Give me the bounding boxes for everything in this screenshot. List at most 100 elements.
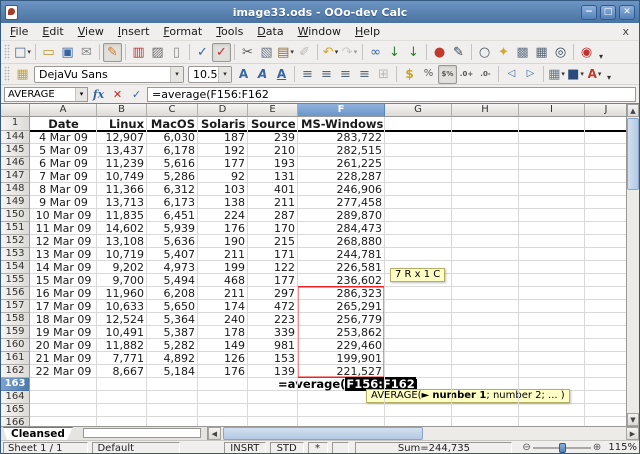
font-color-dropdown-icon[interactable]: ▾ — [598, 70, 602, 78]
background-color-dropdown-icon[interactable]: ▾ — [580, 70, 584, 78]
row-header-159[interactable]: 159 — [1, 326, 30, 339]
cell[interactable]: 256,779 — [298, 313, 385, 326]
cell[interactable]: 139 — [248, 365, 298, 378]
cell[interactable]: 122 — [248, 261, 298, 274]
cell[interactable]: 211 — [198, 248, 248, 261]
row-header-160[interactable]: 160 — [1, 339, 30, 352]
align-right-icon[interactable]: ≡ — [336, 65, 355, 84]
edit-file-icon[interactable]: ✎ — [103, 43, 122, 62]
cell[interactable]: 6,173 — [147, 196, 198, 209]
cell[interactable]: 286,323 — [298, 287, 385, 300]
cell[interactable]: 284,473 — [298, 222, 385, 235]
formula-input-line[interactable]: =average(F156:F162 — [147, 87, 636, 102]
cell[interactable]: 193 — [248, 157, 298, 170]
sheet-tab-cleansed[interactable]: Cleansed — [3, 427, 73, 440]
spellcheck-icon[interactable]: ✓ — [193, 43, 212, 62]
cell[interactable]: 126 — [198, 352, 248, 365]
cell[interactable]: 6,208 — [147, 287, 198, 300]
cell[interactable]: 13,437 — [97, 144, 147, 157]
chevron-down-icon[interactable]: ▾ — [218, 67, 231, 82]
cell[interactable]: 268,880 — [298, 235, 385, 248]
cell[interactable]: MacOS — [147, 117, 198, 131]
horizontal-scrollbar-track[interactable] — [221, 427, 626, 440]
cell[interactable]: 11,960 — [97, 287, 147, 300]
cell[interactable]: 236,602 — [298, 274, 385, 287]
vertical-scrollbar[interactable]: ▲ ▼ — [626, 104, 639, 426]
cell[interactable]: 211 — [198, 287, 248, 300]
cell[interactable]: 472 — [248, 300, 298, 313]
align-left-icon[interactable]: ≡ — [298, 65, 317, 84]
cell[interactable]: 10,633 — [97, 300, 147, 313]
sheet-number-field[interactable]: Sheet 1 / 1 — [3, 442, 88, 454]
cell[interactable]: 103 — [198, 183, 248, 196]
close-document-button[interactable]: x — [614, 25, 637, 38]
cell[interactable]: 19 Mar 09 — [30, 326, 97, 339]
cell[interactable]: 9 Mar 09 — [30, 196, 97, 209]
cell[interactable]: 5 Mar 09 — [30, 144, 97, 157]
cell[interactable]: 6,178 — [147, 144, 198, 157]
cell[interactable]: 4 Mar 09 — [30, 131, 97, 144]
menu-item-insert[interactable]: Insert — [111, 23, 157, 40]
menu-item-window[interactable]: Window — [291, 23, 348, 40]
toolbar-grip[interactable] — [4, 66, 10, 82]
menu-item-format[interactable]: Format — [156, 23, 209, 40]
cell[interactable]: 401 — [248, 183, 298, 196]
cell[interactable]: 131 — [248, 170, 298, 183]
cell[interactable]: 5,282 — [147, 339, 198, 352]
sum-field[interactable]: Sum=244,735 — [355, 442, 512, 454]
delete-decimal-place-icon[interactable]: .0- — [476, 65, 495, 84]
vertical-scrollbar-thumb[interactable] — [627, 118, 639, 190]
cell[interactable]: 10,749 — [97, 170, 147, 183]
close-button[interactable]: ✕ — [619, 5, 635, 20]
maximize-button[interactable]: □ — [600, 5, 616, 20]
align-justify-icon[interactable]: ≡ — [355, 65, 374, 84]
column-header-I[interactable]: I — [519, 104, 585, 117]
row-header-148[interactable]: 148 — [1, 183, 30, 196]
cut-icon[interactable]: ✂ — [238, 43, 257, 62]
cell[interactable]: 7,771 — [97, 352, 147, 365]
row-header-157[interactable]: 157 — [1, 300, 30, 313]
gallery-icon[interactable]: ▩ — [513, 43, 532, 62]
cell[interactable]: 6 Mar 09 — [30, 157, 97, 170]
zoom-in-icon[interactable]: ⊕ — [593, 442, 601, 453]
menu-item-tools[interactable]: Tools — [209, 23, 250, 40]
cell[interactable]: 92 — [198, 170, 248, 183]
cell[interactable]: 5,636 — [147, 235, 198, 248]
cell[interactable]: 187 — [198, 131, 248, 144]
cancel-icon[interactable]: ✕ — [109, 86, 126, 102]
cell[interactable]: 253,862 — [298, 326, 385, 339]
column-header-C[interactable]: C — [147, 104, 198, 117]
row-header-145[interactable]: 145 — [1, 144, 30, 157]
cell[interactable]: 10,491 — [97, 326, 147, 339]
cell[interactable]: 221,527 — [298, 365, 385, 378]
cell[interactable]: 11,366 — [97, 183, 147, 196]
cell[interactable]: 8,667 — [97, 365, 147, 378]
cell[interactable]: 10 Mar 09 — [30, 209, 97, 222]
cell[interactable]: 9,202 — [97, 261, 147, 274]
undo-dropdown-icon[interactable]: ▾ — [335, 48, 339, 56]
cell[interactable]: 211 — [248, 196, 298, 209]
zoom-out-icon[interactable]: ⊖ — [522, 442, 530, 453]
show-draw-functions-icon[interactable]: ✎ — [449, 43, 468, 62]
cell[interactable]: 15 Mar 09 — [30, 274, 97, 287]
zoom-slider-thumb[interactable] — [559, 443, 566, 453]
row-header-152[interactable]: 152 — [1, 235, 30, 248]
cell[interactable]: 5,494 — [147, 274, 198, 287]
row-header-156[interactable]: 156 — [1, 287, 30, 300]
cell[interactable]: 261,225 — [298, 157, 385, 170]
column-header-E[interactable]: E — [248, 104, 298, 117]
cell[interactable]: 170 — [248, 222, 298, 235]
underline-icon[interactable]: A — [272, 65, 291, 84]
font-size-combo[interactable]: 10.5 ▾ — [188, 66, 232, 83]
italic-icon[interactable]: A — [253, 65, 272, 84]
grid-corner[interactable] — [1, 104, 30, 117]
cell[interactable]: 5,184 — [147, 365, 198, 378]
cell[interactable]: 176 — [198, 222, 248, 235]
cell[interactable]: 215 — [248, 235, 298, 248]
row-header-151[interactable]: 151 — [1, 222, 30, 235]
cell[interactable]: Solaris — [198, 117, 248, 131]
selection-mode-field[interactable]: STD — [270, 442, 304, 454]
row-header-1[interactable]: 1 — [1, 117, 30, 131]
column-header-D[interactable]: D — [198, 104, 248, 117]
new-document-dropdown-icon[interactable]: ▾ — [27, 48, 31, 56]
